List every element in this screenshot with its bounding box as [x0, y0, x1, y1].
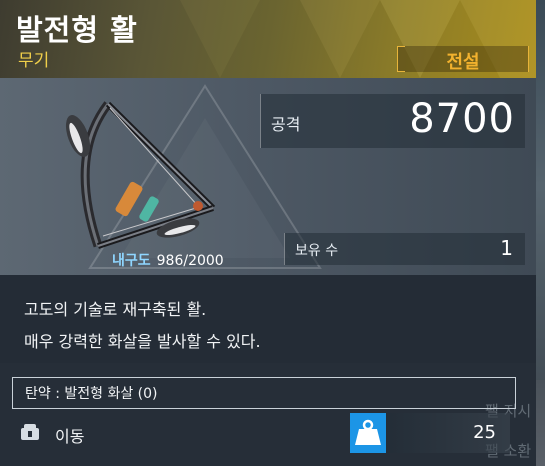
move-icon — [21, 424, 39, 440]
attack-stat: 공격 8700 — [260, 94, 525, 148]
move-label: 이동 — [55, 427, 85, 446]
item-description: 고도의 기술로 재구축된 활. 매우 강력한 화살을 발사할 수 있다. — [0, 275, 536, 363]
owned-count: 보유 수 1 — [284, 233, 525, 265]
weight-info: 25 — [350, 413, 510, 453]
item-name: 발전형 활 — [16, 13, 138, 47]
rarity-badge: 전설 — [397, 46, 529, 73]
attack-value: 8700 — [409, 96, 515, 142]
item-header: 발전형 활 무기 전설 — [0, 0, 536, 78]
rarity-label: 전설 — [446, 52, 480, 73]
weight-value: 25 — [473, 422, 496, 443]
ammo-info: 탄약 : 발전형 화살 (0) — [12, 377, 516, 409]
durability: 내구도 986/2000 — [112, 250, 224, 270]
bow-weapon-image — [65, 101, 216, 249]
description-line-2: 매우 강력한 화살을 발사할 수 있다. — [24, 332, 261, 351]
durability-label: 내구도 — [112, 253, 151, 269]
weight-icon-bg — [350, 413, 386, 453]
description-line-1: 고도의 기술로 재구축된 활. — [24, 300, 207, 319]
owned-label: 보유 수 — [295, 243, 339, 259]
ammo-text: 탄약 : 발전형 화살 (0) — [25, 386, 158, 402]
owned-value: 1 — [500, 236, 513, 260]
weight-icon — [355, 419, 381, 445]
item-category: 무기 — [18, 51, 50, 71]
durability-value: 986/2000 — [156, 253, 224, 269]
attack-label: 공격 — [271, 115, 301, 134]
